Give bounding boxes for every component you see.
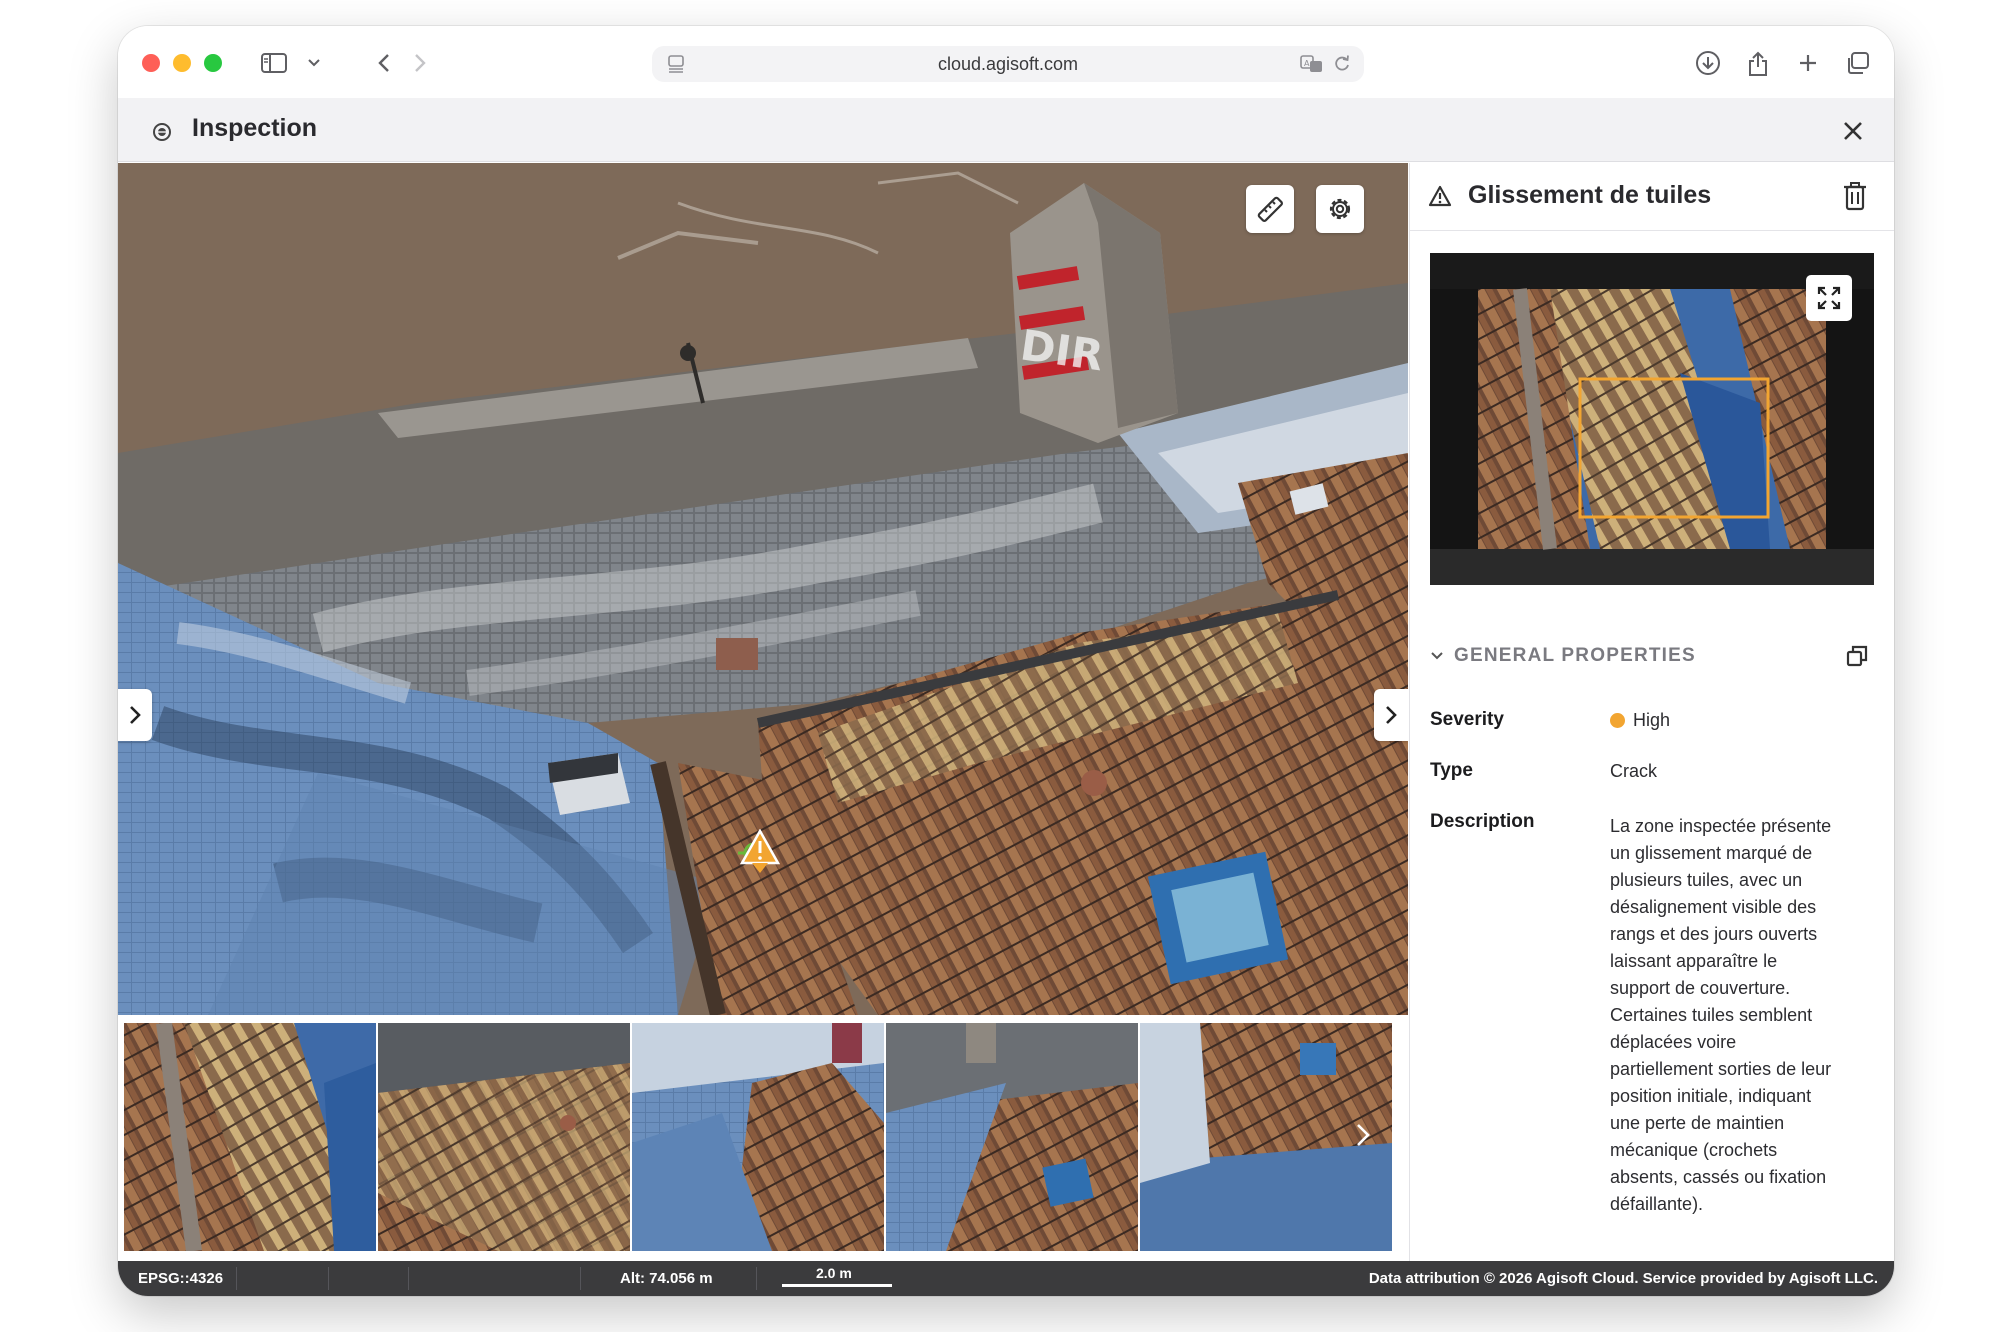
minimize-window-button[interactable]	[173, 54, 191, 72]
attribution-text: Data attribution © 2026 Agisoft Cloud. S…	[1368, 1270, 1878, 1287]
thumbnail-strip	[118, 1015, 1408, 1261]
thumbnail-3[interactable]	[632, 1023, 884, 1251]
scale-label: 2.0 m	[816, 1265, 852, 1281]
description-value: La zone inspectée présente un glissement…	[1610, 816, 1832, 1214]
scale-bar	[782, 1284, 892, 1287]
thumbnails-next-button[interactable]	[1348, 1115, 1378, 1155]
page-icon	[666, 54, 686, 79]
issue-preview-image[interactable]	[1430, 253, 1874, 585]
divider	[580, 1267, 581, 1290]
measure-button[interactable]	[1246, 185, 1294, 233]
browser-window: cloud.agisoft.com A Inspection DIR Gliss…	[118, 26, 1894, 1296]
reload-icon[interactable]	[1332, 54, 1352, 74]
thumbnail-4[interactable]	[886, 1023, 1138, 1251]
download-icon	[1696, 51, 1720, 75]
close-button[interactable]	[1840, 118, 1866, 144]
settings-button[interactable]	[1316, 185, 1364, 233]
tab-overview-button[interactable]	[1840, 46, 1876, 80]
translate-icon[interactable]: A	[1300, 54, 1324, 74]
description-label: Description	[1430, 811, 1535, 832]
chevron-right-icon	[1386, 706, 1397, 724]
severity-label: Severity	[1430, 709, 1504, 730]
crs-label: EPSG::4326	[138, 1270, 224, 1287]
tabs-icon	[1848, 52, 1869, 74]
ruler-icon	[1257, 196, 1283, 222]
url-text: cloud.agisoft.com	[937, 53, 1079, 74]
issue-details-panel: Glissement de tuiles GENERAL PROPERTIES …	[1409, 163, 1894, 1261]
copy-icon	[1846, 645, 1868, 667]
divider	[328, 1267, 329, 1290]
close-icon	[1844, 122, 1862, 140]
expand-icon	[1817, 286, 1841, 310]
model-viewer[interactable]: DIR	[118, 163, 1408, 1015]
chevron-down-icon	[1431, 652, 1443, 660]
copy-button[interactable]	[1844, 643, 1870, 669]
page-title: Inspection	[192, 114, 318, 142]
section-title: GENERAL PROPERTIES	[1454, 645, 1696, 666]
chevron-right-icon	[1357, 1124, 1370, 1146]
general-properties-toggle[interactable]: GENERAL PROPERTIES	[1430, 641, 1874, 671]
back-icon	[378, 54, 389, 72]
thumbnail-2[interactable]	[378, 1023, 630, 1251]
thumbnail-1[interactable]	[124, 1023, 376, 1251]
fullscreen-button[interactable]	[1806, 275, 1852, 321]
forward-button[interactable]	[400, 46, 440, 80]
type-label: Type	[1430, 760, 1473, 781]
chevron-down-icon	[308, 59, 320, 67]
altitude-label: Alt: 74.056 m	[620, 1270, 713, 1287]
browser-toolbar: cloud.agisoft.com A	[118, 26, 1894, 98]
sidebar-toggle-button[interactable]	[254, 46, 332, 80]
roof-model-render: DIR	[118, 163, 1408, 1015]
new-tab-button[interactable]	[1790, 46, 1826, 80]
chevron-right-icon	[130, 706, 141, 724]
type-value: Crack	[1610, 761, 1658, 781]
trash-icon	[1844, 182, 1866, 211]
forward-icon	[415, 54, 426, 72]
divider	[408, 1267, 409, 1290]
svg-text:A: A	[1304, 59, 1310, 68]
plus-icon	[1800, 55, 1816, 71]
downloads-button[interactable]	[1690, 46, 1726, 80]
viewer-next-button[interactable]	[1374, 689, 1408, 741]
divider	[236, 1267, 237, 1290]
status-bar: EPSG::4326 Alt: 74.056 m 2.0 m Data attr…	[118, 1261, 1894, 1296]
warning-marker-icon[interactable]	[736, 829, 780, 875]
severity-dot	[1610, 713, 1625, 728]
zoom-window-button[interactable]	[204, 54, 222, 72]
address-bar[interactable]: cloud.agisoft.com A	[652, 46, 1364, 82]
delete-button[interactable]	[1840, 179, 1870, 213]
share-button[interactable]	[1740, 46, 1776, 80]
severity-text: High	[1633, 710, 1671, 730]
warning-icon	[1428, 185, 1452, 212]
gear-icon	[1329, 198, 1351, 220]
issue-title: Glissement de tuiles	[1468, 181, 1712, 209]
sidebar-icon	[261, 53, 287, 73]
viewer-prev-button[interactable]	[118, 689, 152, 741]
share-icon	[1749, 51, 1767, 76]
severity-value: High	[1610, 710, 1670, 731]
divider	[756, 1267, 757, 1290]
inspection-icon	[152, 122, 172, 147]
panel-header: Glissement de tuiles	[1410, 163, 1894, 231]
close-window-button[interactable]	[142, 54, 160, 72]
app-header: Inspection	[118, 98, 1894, 162]
